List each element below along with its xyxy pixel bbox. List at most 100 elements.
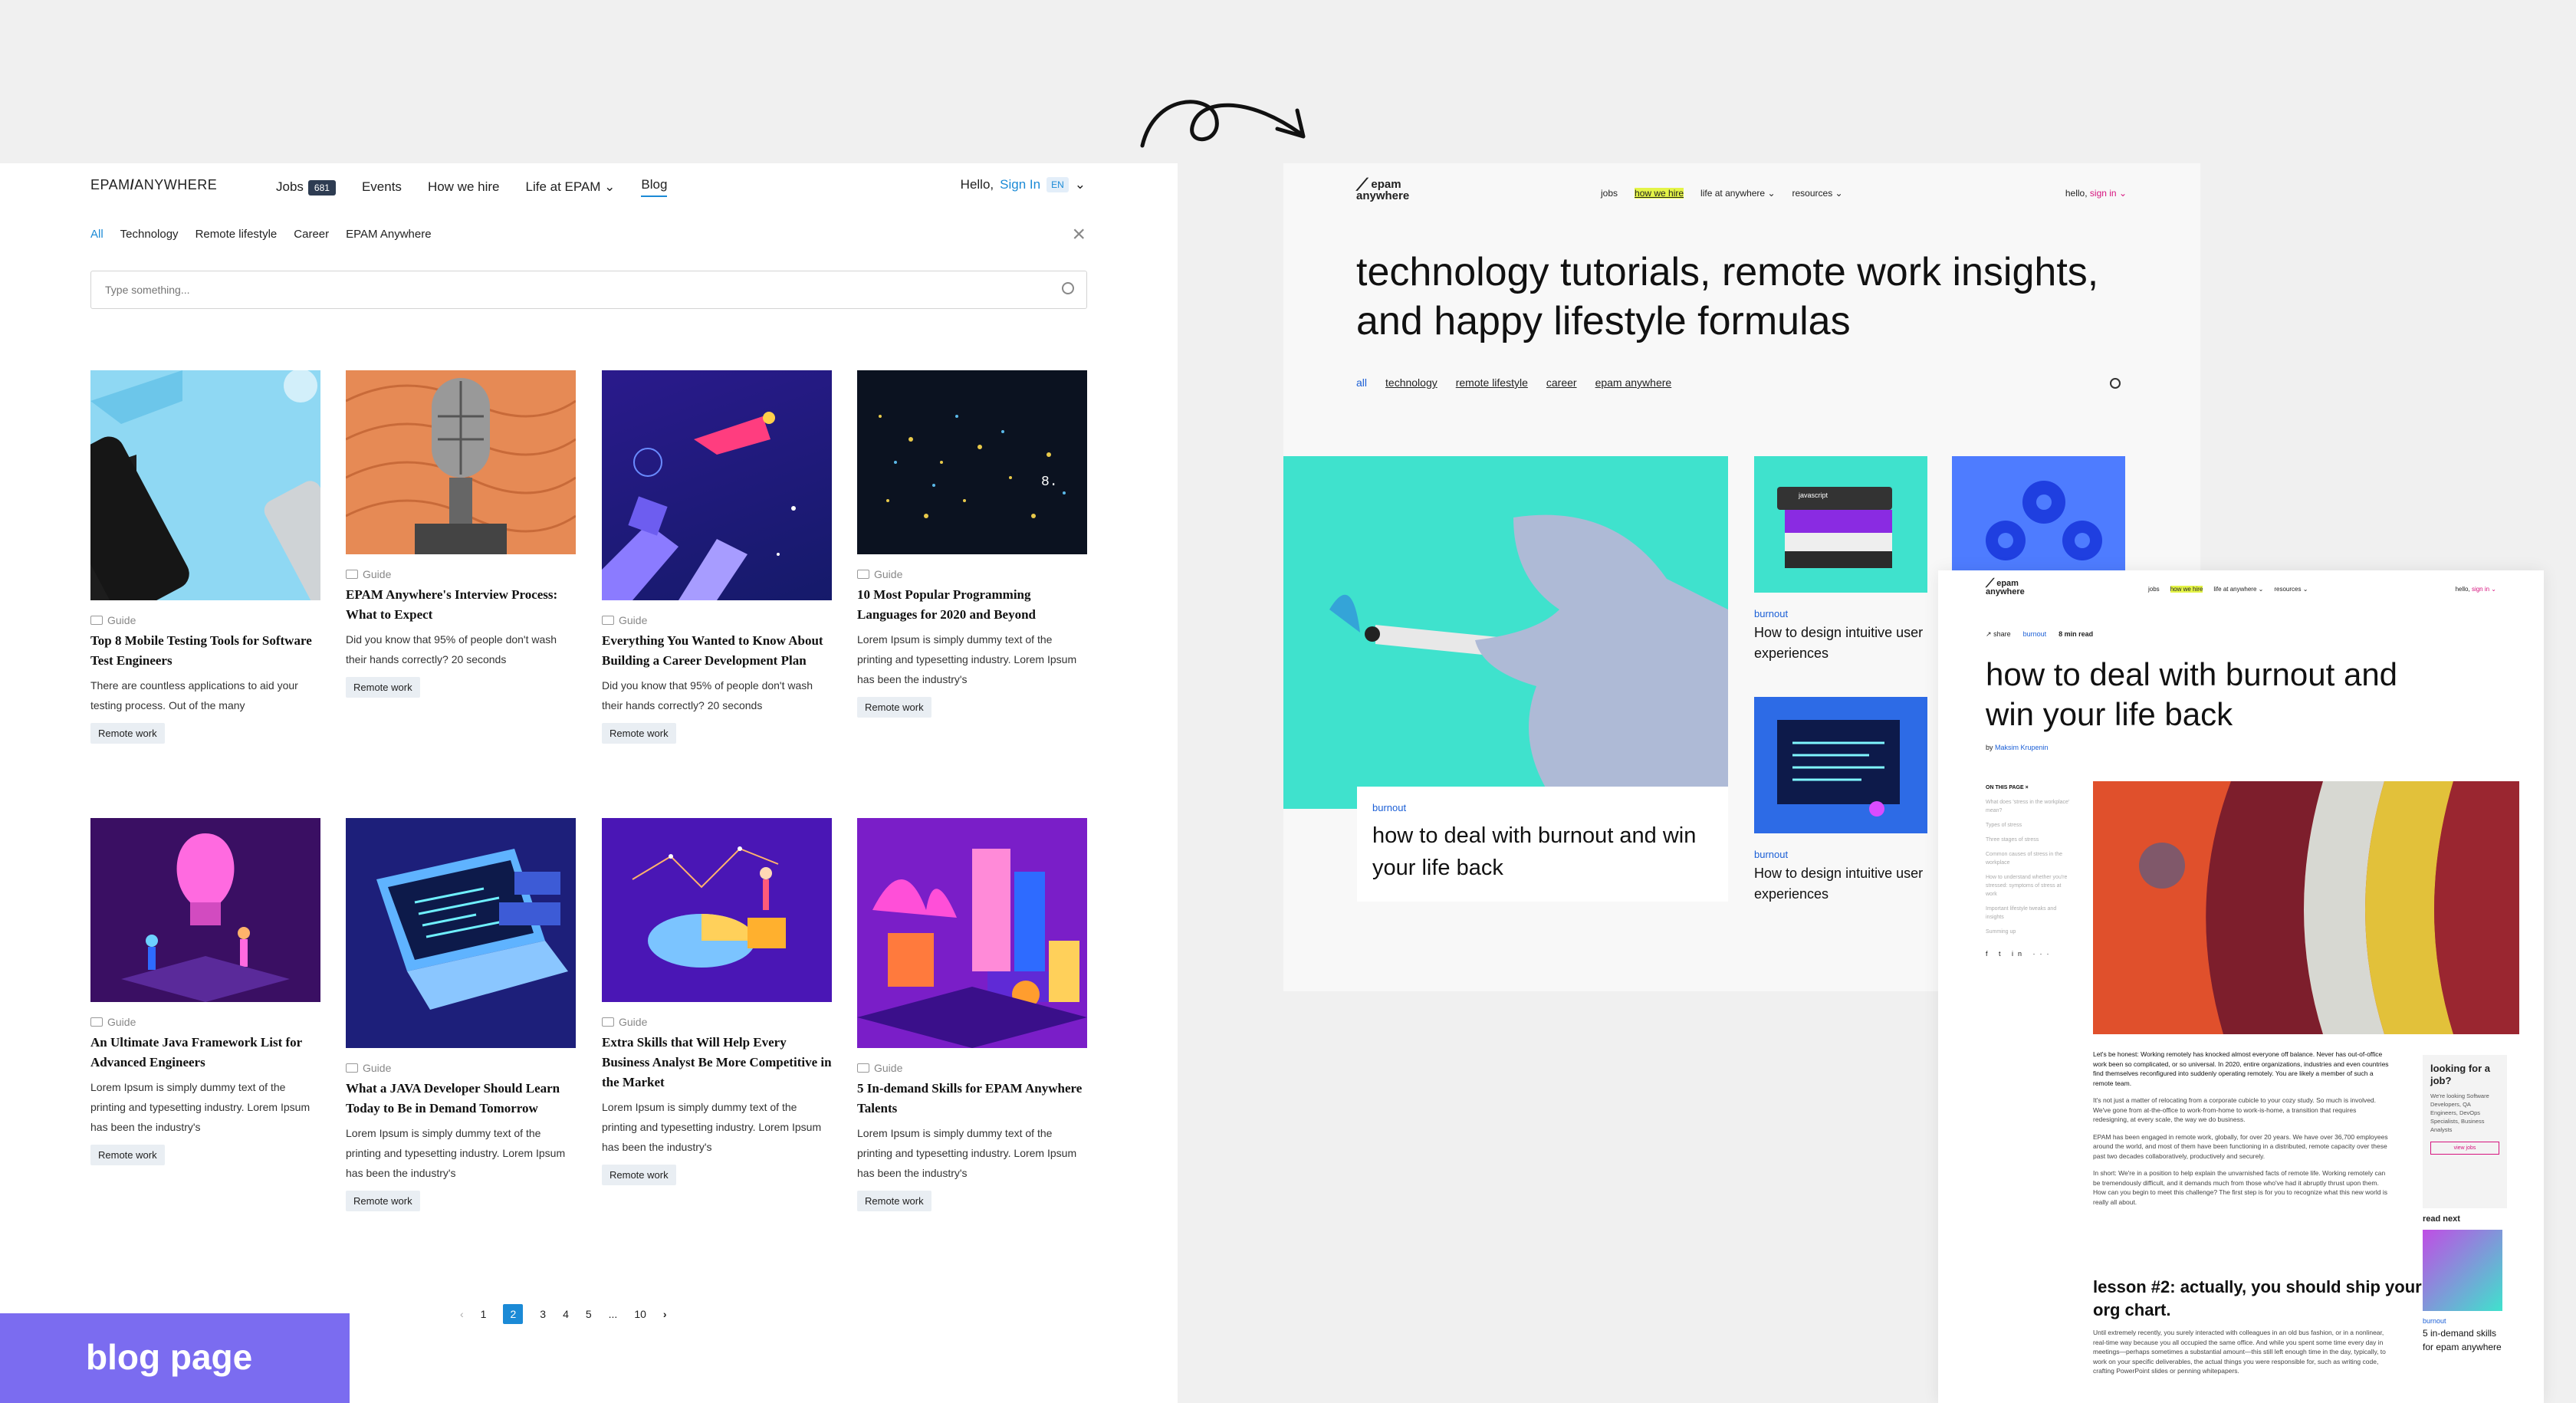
nav-how-we-hire[interactable]: How we hire xyxy=(428,179,500,195)
page-link[interactable]: 1 xyxy=(481,1308,487,1320)
filter-career[interactable]: career xyxy=(1546,376,1577,389)
book-icon xyxy=(857,570,869,579)
book-icon xyxy=(346,1063,358,1073)
close-icon[interactable]: × xyxy=(2026,785,2029,790)
toc-item[interactable]: What does 'stress in the workplace' mean… xyxy=(1986,798,2070,815)
card-category[interactable]: burnout xyxy=(1754,849,1927,860)
author-link[interactable]: Maksim Krupenin xyxy=(1995,744,2049,751)
nav-jobs[interactable]: jobs xyxy=(2148,586,2160,593)
card-chip[interactable]: Remote work xyxy=(346,677,420,698)
social-share-icons[interactable]: f t in ··· xyxy=(1986,950,2070,958)
user-menu[interactable]: hello, sign in ⌄ xyxy=(2065,188,2127,199)
card-chip[interactable]: Remote work xyxy=(346,1191,420,1211)
search-input[interactable] xyxy=(91,271,987,308)
nav-resources[interactable]: resources ⌄ xyxy=(2274,586,2308,593)
card-title[interactable]: how to deal with burnout and win your li… xyxy=(1372,820,1713,884)
card-chip[interactable]: Remote work xyxy=(602,1165,676,1185)
toc-item[interactable]: Three stages of stress xyxy=(1986,836,2070,844)
filter-technology[interactable]: Technology xyxy=(120,228,179,241)
article-card[interactable]: 8. Guide 10 Most Popular Programming Lan… xyxy=(857,370,1087,718)
card-chip[interactable]: Remote work xyxy=(90,1145,165,1165)
close-icon[interactable]: × xyxy=(1072,223,1086,246)
article-card[interactable]: Guide What a JAVA Developer Should Learn… xyxy=(346,818,576,1211)
card-title[interactable]: How to design intuitive user experiences xyxy=(1754,623,1927,664)
article-card[interactable]: Guide EPAM Anywhere's Interview Process:… xyxy=(346,370,576,698)
page-link[interactable]: 3 xyxy=(540,1308,546,1320)
nav-how-we-hire[interactable]: how we hire xyxy=(1635,188,1684,199)
nav-how-we-hire[interactable]: how we hire xyxy=(2170,586,2203,593)
epam-anywhere-logo[interactable]: ⟋ epam anywhere xyxy=(1356,176,1409,202)
card-excerpt: Did you know that 95% of people don't wa… xyxy=(602,679,813,711)
toc-item[interactable]: Important lifestyle tweaks and insights xyxy=(1986,905,2070,922)
card-title[interactable]: An Ultimate Java Framework List for Adva… xyxy=(90,1033,320,1073)
toc-item[interactable]: How to understand whether you're stresse… xyxy=(1986,873,2070,899)
nav-jobs[interactable]: jobs xyxy=(1601,188,1618,199)
next-page-button[interactable]: › xyxy=(663,1308,667,1320)
epam-anywhere-logo[interactable]: EPAM/ANYWHERE xyxy=(90,177,217,193)
view-jobs-button[interactable]: view jobs xyxy=(2430,1142,2499,1155)
card-title[interactable]: EPAM Anywhere's Interview Process: What … xyxy=(346,585,576,625)
article-card[interactable]: javascript burnout How to design intuiti… xyxy=(1754,456,1927,664)
filter-remote-lifestyle[interactable]: remote lifestyle xyxy=(1456,376,1528,389)
article-card[interactable]: Guide An Ultimate Java Framework List fo… xyxy=(90,818,320,1165)
sign-in-link[interactable]: sign in xyxy=(2090,188,2117,199)
filter-all[interactable]: all xyxy=(1356,376,1367,389)
article-card[interactable]: Guide Everything You Wanted to Know Abou… xyxy=(602,370,832,744)
filter-all[interactable]: All xyxy=(90,228,104,241)
nav-life-at-anywhere[interactable]: life at anywhere ⌄ xyxy=(1700,188,1775,199)
toc-item[interactable]: Common causes of stress in the workplace xyxy=(1986,850,2070,867)
hero-image[interactable] xyxy=(1283,456,1728,809)
book-icon xyxy=(602,1017,614,1027)
sign-in-link[interactable]: sign in xyxy=(2472,586,2489,593)
card-chip[interactable]: Remote work xyxy=(90,723,165,744)
filter-career[interactable]: Career xyxy=(294,228,329,241)
filter-remote-lifestyle[interactable]: Remote lifestyle xyxy=(196,228,278,241)
nav-blog[interactable]: Blog xyxy=(641,177,668,197)
search-icon[interactable] xyxy=(2110,378,2121,389)
nav-events[interactable]: Events xyxy=(362,179,402,195)
card-title[interactable]: 10 Most Popular Programming Languages fo… xyxy=(857,585,1087,625)
article-category[interactable]: burnout xyxy=(2023,630,2047,639)
read-next[interactable]: read next burnout 5 in-demand skills for… xyxy=(2423,1214,2507,1354)
read-next-title[interactable]: 5 in-demand skills for epam anywhere xyxy=(2423,1326,2507,1354)
card-title[interactable]: How to design intuitive user experiences xyxy=(1754,863,1927,905)
card-category[interactable]: burnout xyxy=(1372,802,1713,813)
card-category[interactable]: burnout xyxy=(1754,608,1927,619)
card-tag: Guide xyxy=(346,568,576,580)
search-icon[interactable] xyxy=(1062,282,1074,294)
page-link[interactable]: 4 xyxy=(563,1308,569,1320)
filter-epam-anywhere[interactable]: EPAM Anywhere xyxy=(346,228,431,241)
nav-life-at-epam[interactable]: Life at EPAM ⌄ xyxy=(525,179,615,195)
hero-article-card[interactable]: burnout how to deal with burnout and win… xyxy=(1357,787,1728,902)
card-chip[interactable]: Remote work xyxy=(602,723,676,744)
card-title[interactable]: Everything You Wanted to Know About Buil… xyxy=(602,631,832,671)
prev-page-button[interactable]: ‹ xyxy=(460,1308,464,1320)
filter-epam-anywhere[interactable]: epam anywhere xyxy=(1595,376,1672,389)
article-card[interactable]: Guide Extra Skills that Will Help Every … xyxy=(602,818,832,1185)
read-next-category[interactable]: burnout xyxy=(2423,1317,2507,1325)
card-chip[interactable]: Remote work xyxy=(857,1191,932,1211)
page-link-current[interactable]: 2 xyxy=(503,1304,524,1324)
language-selector[interactable]: EN xyxy=(1046,177,1069,192)
filter-technology[interactable]: technology xyxy=(1385,376,1438,389)
share-button[interactable]: ↗ share xyxy=(1986,630,2011,639)
chevron-down-icon[interactable]: ⌄ xyxy=(1075,177,1086,192)
nav-resources[interactable]: resources ⌄ xyxy=(1792,188,1843,199)
card-title[interactable]: What a JAVA Developer Should Learn Today… xyxy=(346,1079,576,1119)
epam-anywhere-logo[interactable]: ⟋ epam anywhere xyxy=(1986,578,2025,596)
page-link[interactable]: 10 xyxy=(634,1308,646,1320)
card-title[interactable]: Top 8 Mobile Testing Tools for Software … xyxy=(90,631,320,671)
user-menu[interactable]: hello, sign in ⌄ xyxy=(2456,586,2496,593)
card-title[interactable]: Extra Skills that Will Help Every Busine… xyxy=(602,1033,832,1092)
toc-item[interactable]: Types of stress xyxy=(1986,821,2070,830)
nav-jobs[interactable]: Jobs 681 xyxy=(276,179,336,196)
article-card[interactable]: Guide 5 In-demand Skills for EPAM Anywhe… xyxy=(857,818,1087,1211)
card-title[interactable]: 5 In-demand Skills for EPAM Anywhere Tal… xyxy=(857,1079,1087,1119)
nav-life-at-anywhere[interactable]: life at anywhere ⌄ xyxy=(2213,586,2263,593)
card-chip[interactable]: Remote work xyxy=(857,697,932,718)
sign-in-link[interactable]: Sign In xyxy=(1000,177,1040,192)
toc-item[interactable]: Summing up xyxy=(1986,928,2070,936)
article-card[interactable]: burnout How to design intuitive user exp… xyxy=(1754,697,1927,905)
page-link[interactable]: 5 xyxy=(586,1308,592,1320)
article-card[interactable]: Guide Top 8 Mobile Testing Tools for Sof… xyxy=(90,370,320,744)
